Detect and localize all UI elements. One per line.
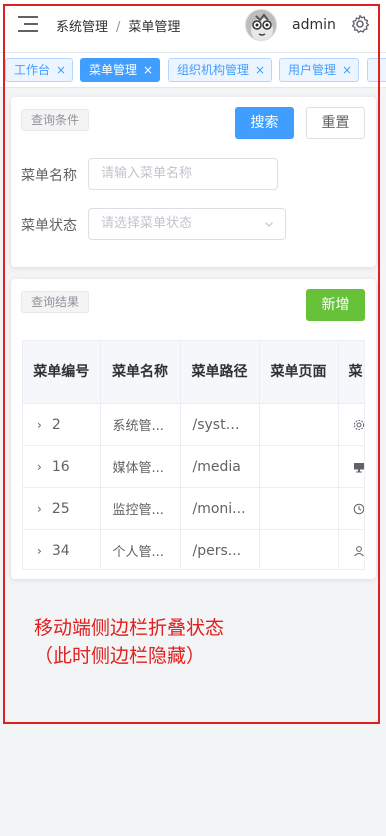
results-section-label: 查询结果 bbox=[21, 291, 90, 313]
menu-path: /system bbox=[180, 403, 260, 446]
tag-org-management[interactable]: 组织机构管理 × bbox=[168, 58, 273, 82]
column-header-id[interactable]: 菜单编号 bbox=[23, 341, 101, 404]
menu-path: /pers... bbox=[180, 529, 260, 569]
tag-label: 用户管理 bbox=[288, 63, 337, 77]
menu-name-input[interactable]: 请输入菜单名称 bbox=[88, 158, 278, 190]
close-icon[interactable]: × bbox=[255, 59, 265, 81]
expand-arrow-icon[interactable]: › bbox=[37, 502, 42, 516]
query-panel: 查询条件 搜索 重置 菜单名称 请输入菜单名称 菜单状态 请选择菜单状态 bbox=[11, 97, 376, 267]
menu-id: 2 bbox=[51, 416, 61, 433]
tag-overflow[interactable] bbox=[367, 58, 386, 82]
expand-arrow-icon[interactable]: › bbox=[37, 418, 42, 432]
tag-label: 工作台 bbox=[14, 63, 51, 77]
query-section-label: 查询条件 bbox=[21, 109, 90, 131]
table-header-row: 菜单编号 菜单名称 菜单路径 菜单页面 菜 bbox=[23, 341, 364, 404]
close-icon[interactable]: × bbox=[342, 59, 352, 81]
username[interactable]: admin bbox=[292, 17, 336, 33]
menu-page bbox=[259, 403, 339, 446]
column-header-icon[interactable]: 菜 bbox=[338, 341, 364, 404]
menu-name: 媒体管... bbox=[100, 445, 181, 488]
menu-name: 监控管... bbox=[100, 487, 181, 530]
reset-button[interactable]: 重置 bbox=[306, 107, 365, 139]
menu-status-select[interactable]: 请选择菜单状态 bbox=[88, 208, 286, 240]
user-icon bbox=[353, 545, 365, 557]
menu-id: 16 bbox=[51, 458, 70, 475]
menu-name: 个人管... bbox=[100, 529, 181, 569]
tags-view-bar: 工作台 × 菜单管理 × 组织机构管理 × 用户管理 × bbox=[0, 52, 386, 88]
avatar[interactable] bbox=[245, 9, 277, 41]
annotation-line-1: 移动端侧边栏折叠状态 bbox=[34, 617, 225, 639]
menu-name-label: 菜单名称 bbox=[21, 168, 77, 184]
expand-arrow-icon[interactable]: › bbox=[37, 460, 42, 474]
breadcrumb-item-menu: 菜单管理 bbox=[128, 20, 181, 35]
menu-path: /media bbox=[180, 445, 260, 488]
monitor-icon bbox=[353, 461, 365, 473]
tag-label: 菜单管理 bbox=[89, 63, 138, 77]
menu-page bbox=[259, 445, 339, 488]
menu-id: 25 bbox=[51, 500, 70, 517]
add-button[interactable]: 新增 bbox=[306, 289, 365, 321]
gear-icon bbox=[353, 419, 365, 431]
menu-page bbox=[259, 487, 339, 530]
menu-name: 系统管... bbox=[100, 403, 181, 446]
chevron-down-icon bbox=[265, 222, 273, 227]
menu-page bbox=[259, 529, 339, 569]
tag-menu-management[interactable]: 菜单管理 × bbox=[80, 58, 161, 82]
column-header-path[interactable]: 菜单路径 bbox=[180, 341, 260, 404]
table-row[interactable]: › 25 监控管... /moni... bbox=[23, 487, 365, 530]
menu-id: 34 bbox=[51, 542, 70, 559]
top-navbar: 系统管理 / 菜单管理 admin bbox=[0, 0, 386, 52]
tag-dashboard[interactable]: 工作台 × bbox=[5, 58, 74, 82]
breadcrumb-separator: / bbox=[116, 20, 121, 35]
breadcrumb-item-system[interactable]: 系统管理 bbox=[56, 20, 108, 35]
close-icon[interactable]: × bbox=[143, 59, 153, 81]
close-icon[interactable]: × bbox=[56, 59, 66, 81]
menu-toggle-icon[interactable] bbox=[18, 16, 38, 32]
search-button[interactable]: 搜索 bbox=[235, 107, 294, 139]
tag-label: 组织机构管理 bbox=[177, 63, 250, 77]
menu-status-placeholder: 请选择菜单状态 bbox=[101, 216, 193, 231]
menu-status-label: 菜单状态 bbox=[21, 218, 77, 234]
annotation-text: 移动端侧边栏折叠状态 （此时侧边栏隐藏） bbox=[34, 614, 224, 670]
annotation-line-2: （此时侧边栏隐藏） bbox=[34, 645, 206, 667]
breadcrumb: 系统管理 / 菜单管理 bbox=[56, 16, 180, 35]
menu-table[interactable]: 菜单编号 菜单名称 菜单路径 菜单页面 菜 › 2 系统管... /system … bbox=[22, 340, 365, 570]
expand-arrow-icon[interactable]: › bbox=[37, 544, 42, 558]
column-header-page[interactable]: 菜单页面 bbox=[259, 341, 339, 404]
gear-icon[interactable] bbox=[350, 14, 370, 34]
column-header-name[interactable]: 菜单名称 bbox=[100, 341, 181, 404]
clock-icon bbox=[353, 503, 365, 515]
table-row[interactable]: › 34 个人管... /pers... bbox=[23, 529, 365, 569]
tag-user-management[interactable]: 用户管理 × bbox=[279, 58, 360, 82]
table-row[interactable]: › 16 媒体管... /media bbox=[23, 445, 365, 488]
menu-path: /moni... bbox=[180, 487, 260, 530]
table-row[interactable]: › 2 系统管... /system bbox=[23, 403, 365, 446]
